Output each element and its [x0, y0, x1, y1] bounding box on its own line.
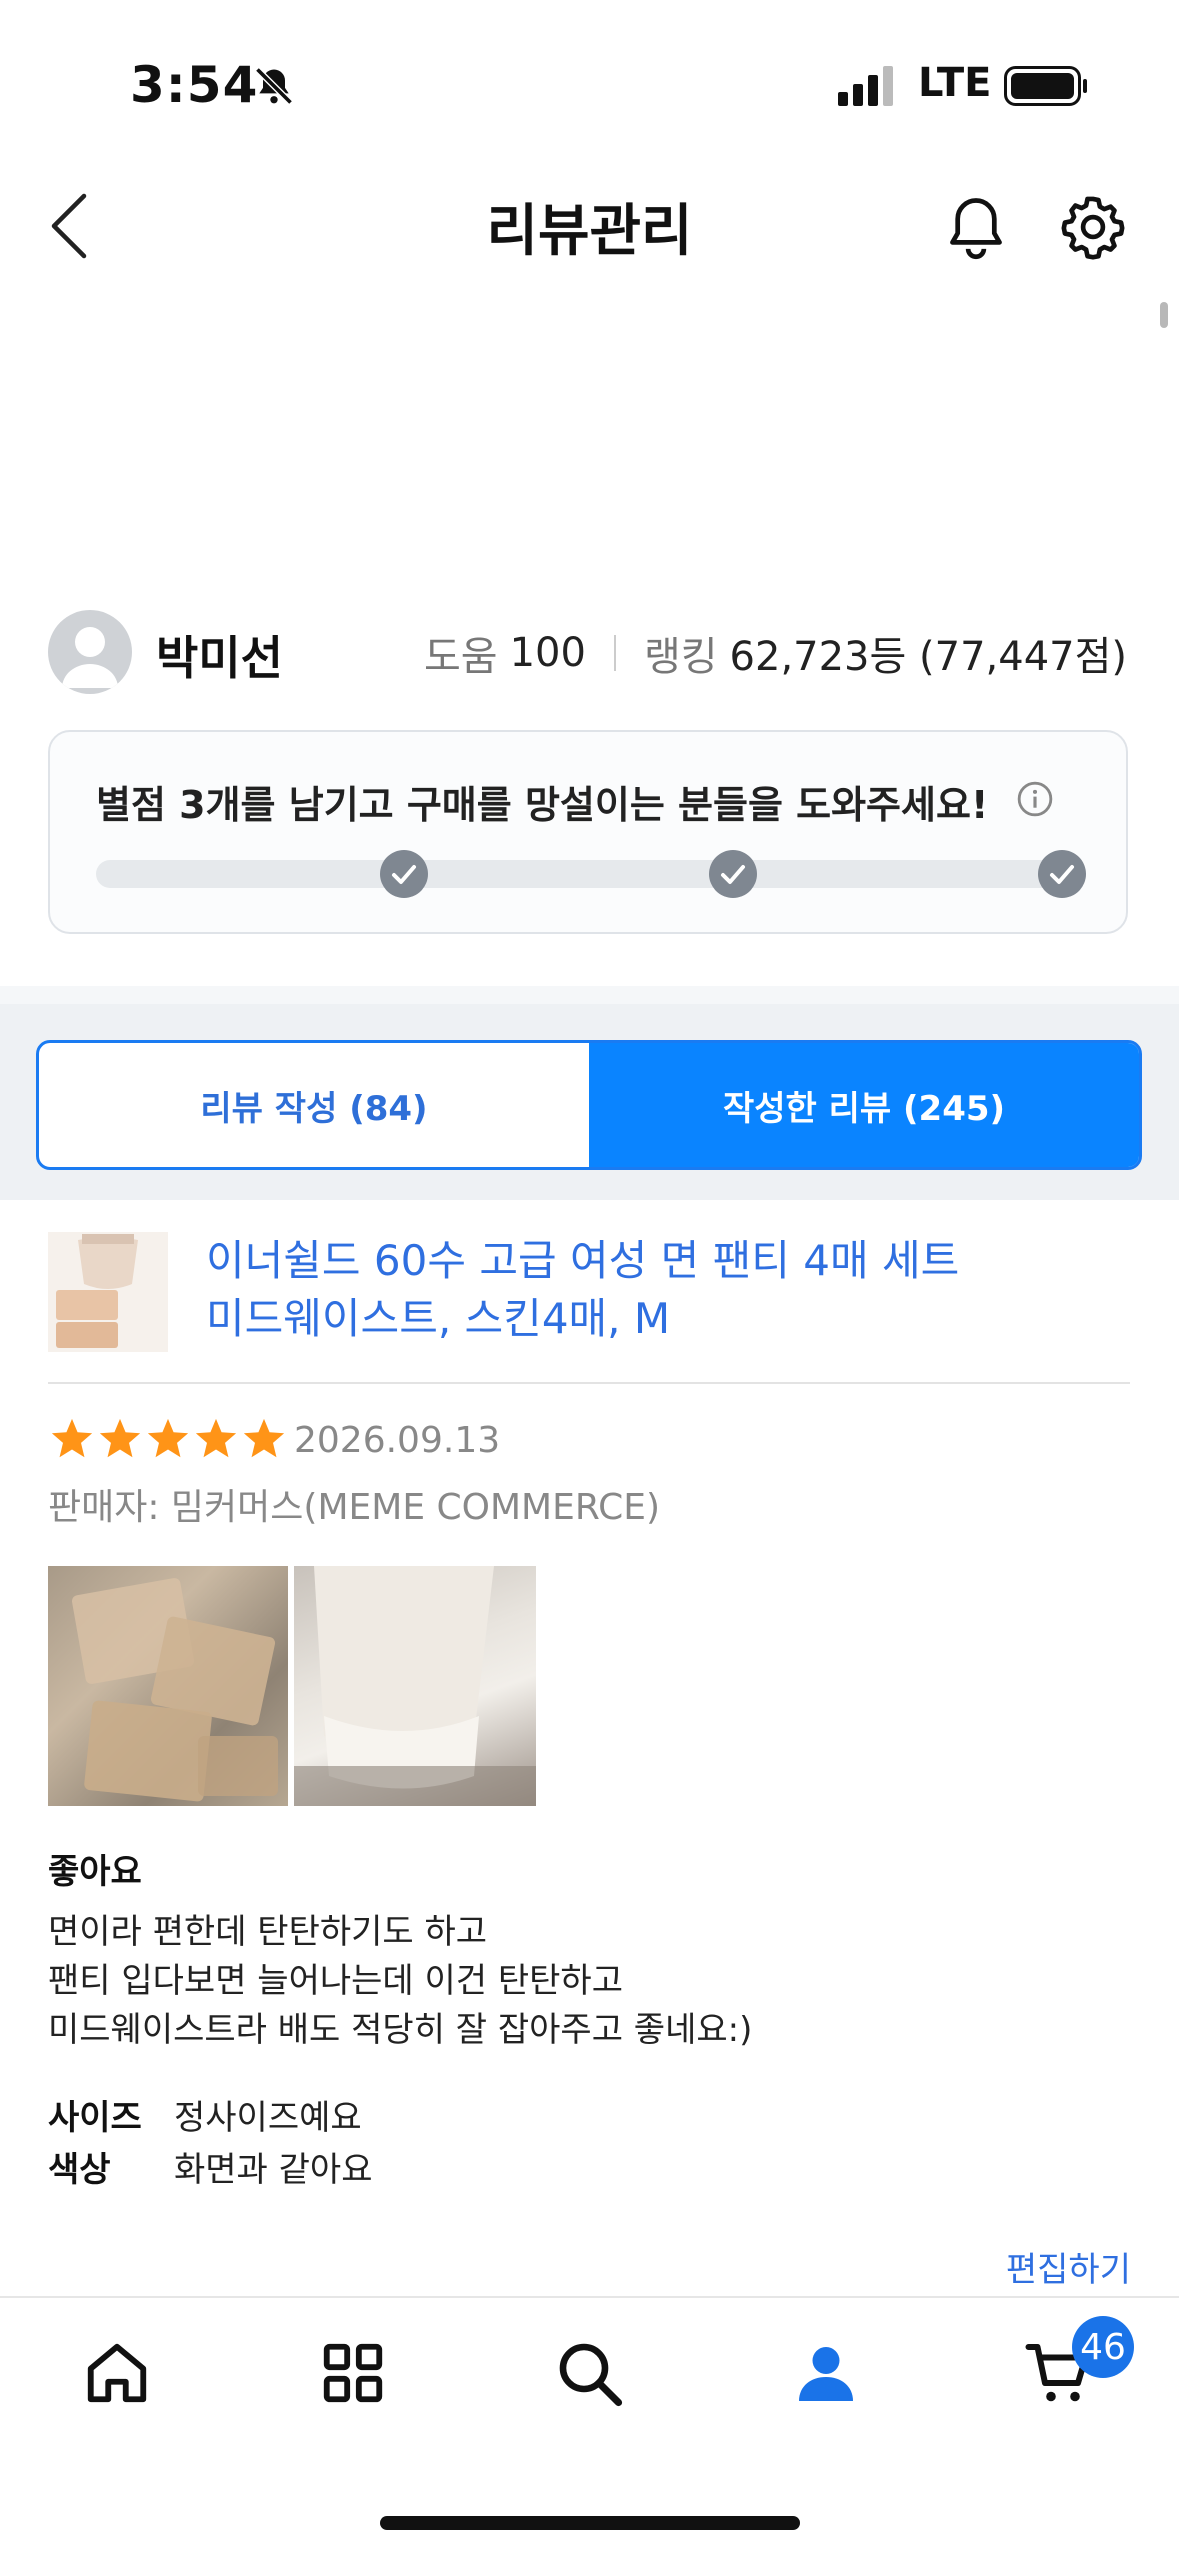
- home-icon[interactable]: [82, 2338, 152, 2408]
- product-title[interactable]: 이너쉴드 60수 고급 여성 면 팬티 4매 세트 미드웨이스트, 스킨4매, …: [206, 1232, 1106, 1348]
- star-icon: [243, 1418, 285, 1458]
- avatar[interactable]: [48, 610, 132, 694]
- stats-divider: [613, 635, 616, 671]
- rank-value: 62,723등 (77,447점): [729, 634, 1127, 680]
- cart-count-badge: 46: [1072, 2316, 1134, 2378]
- bell-icon[interactable]: [944, 194, 1008, 262]
- battery-icon: [1004, 66, 1088, 106]
- profile-stats: 도움 100 랭킹 62,723등 (77,447점): [424, 624, 1127, 682]
- category-grid-icon[interactable]: [318, 2338, 388, 2408]
- review-promo-card: 별점 3개를 남기고 구매를 망설이는 분들을 도와주세요!: [48, 730, 1128, 934]
- gear-icon[interactable]: [1060, 194, 1126, 260]
- star-icon: [51, 1418, 93, 1458]
- step-check-icon: [380, 850, 428, 898]
- seller-name: 판매자: 밈커머스(MEME COMMERCE): [48, 1487, 661, 1528]
- step-check-icon: [709, 850, 757, 898]
- user-name: 박미선: [156, 631, 283, 685]
- review-headline: 좋아요: [48, 1852, 142, 1892]
- signal-icon: [838, 66, 896, 106]
- status-time: 3:54: [130, 56, 259, 114]
- help-value: 100: [509, 630, 586, 676]
- review-body-line: 면이라 편한데 탄탄하기도 하고: [48, 1912, 488, 1952]
- star-icon: [147, 1418, 189, 1458]
- network-label: LTE: [918, 60, 992, 106]
- star-icon: [99, 1418, 141, 1458]
- info-icon[interactable]: [1016, 780, 1054, 818]
- review-date: 2026.09.13: [294, 1420, 501, 1461]
- edit-review-link[interactable]: 편집하기: [1006, 2242, 1131, 2291]
- rank-label: 랭킹: [643, 634, 718, 680]
- review-tabs: 리뷰 작성 (84) 작성한 리뷰 (245): [36, 1040, 1142, 1170]
- search-icon[interactable]: [554, 2338, 626, 2410]
- bell-slash-icon: [252, 64, 296, 108]
- my-profile-icon[interactable]: [790, 2338, 862, 2410]
- promo-text: 별점 3개를 남기고 구매를 망설이는 분들을 도와주세요!: [96, 783, 989, 827]
- tab-written-reviews[interactable]: 작성한 리뷰 (245): [589, 1043, 1139, 1167]
- review-body-line: 미드웨이스트라 배도 적당히 잘 잡아주고 좋네요:): [48, 2010, 753, 2050]
- divider: [48, 1382, 1130, 1384]
- review-photo[interactable]: [48, 1566, 288, 1806]
- help-label: 도움: [423, 634, 498, 680]
- review-body-line: 팬티 입다보면 늘어나는데 이건 탄탄하고: [48, 1961, 623, 2001]
- star-rating: [48, 1416, 288, 1462]
- star-icon: [195, 1418, 237, 1458]
- product-option: 미드웨이스트, 스킨4매, M: [206, 1294, 671, 1343]
- scroll-indicator[interactable]: [1160, 302, 1168, 328]
- step-check-icon: [1038, 850, 1086, 898]
- attribute-value: 정사이즈예요: [174, 2098, 362, 2138]
- review-photo[interactable]: [294, 1566, 536, 1806]
- product-thumbnail[interactable]: [48, 1232, 168, 1352]
- attribute-label: 사이즈: [48, 2098, 142, 2138]
- product-name: 이너쉴드 60수 고급 여성 면 팬티 4매 세트: [206, 1236, 960, 1285]
- tab-write-review[interactable]: 리뷰 작성 (84): [39, 1043, 589, 1167]
- home-indicator[interactable]: [380, 2516, 800, 2530]
- attribute-label: 색상: [48, 2150, 111, 2190]
- attribute-value: 화면과 같아요: [174, 2150, 373, 2190]
- progress-track: [96, 860, 1082, 888]
